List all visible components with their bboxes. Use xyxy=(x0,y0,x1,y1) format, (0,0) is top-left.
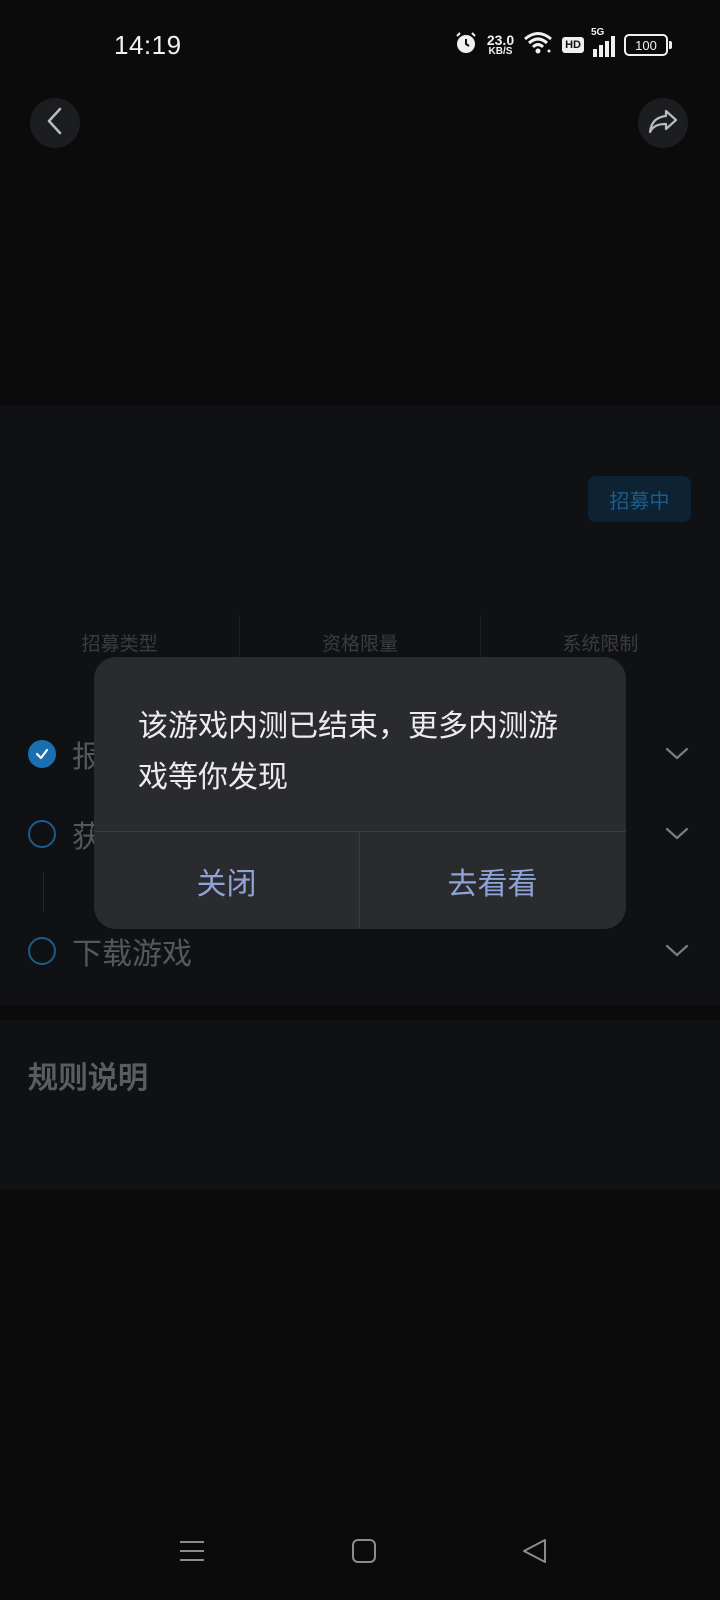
menu-icon[interactable] xyxy=(178,1537,206,1569)
status-time: 14:19 xyxy=(114,30,182,60)
empty-circle-icon xyxy=(28,820,56,848)
close-button[interactable]: 关闭 xyxy=(94,832,359,929)
task-label: 下载游戏 xyxy=(72,937,192,972)
chevron-down-icon[interactable] xyxy=(664,742,690,768)
alarm-icon xyxy=(454,31,478,59)
share-icon xyxy=(647,107,679,139)
status-badge: 招募中 xyxy=(588,476,691,522)
share-button[interactable] xyxy=(638,98,688,148)
home-icon[interactable] xyxy=(350,1537,378,1569)
go-see-button[interactable]: 去看看 xyxy=(360,832,625,929)
task-item-download[interactable]: 下载游戏 xyxy=(28,926,690,976)
status-bar: 14:19 23.0 KB/S HD 5G 100 xyxy=(0,0,720,90)
wifi-icon xyxy=(523,31,553,59)
back-button[interactable] xyxy=(30,98,80,148)
check-circle-icon xyxy=(28,740,56,768)
dialog-message: 该游戏内测已结束，更多内测游戏等你发现 xyxy=(138,709,558,795)
end-notice-dialog: 该游戏内测已结束，更多内测游戏等你发现 关闭 去看看 xyxy=(94,657,626,929)
chevron-down-icon[interactable] xyxy=(664,822,690,848)
network-type: 5G xyxy=(591,27,605,38)
rules-title: 规则说明 xyxy=(28,1061,148,1096)
net-speed: 23.0 KB/S xyxy=(487,33,514,57)
net-speed-value: 23.0 xyxy=(486,32,515,48)
back-triangle-icon[interactable] xyxy=(520,1537,548,1569)
rules-card xyxy=(0,1020,720,1190)
task-connector xyxy=(43,872,44,912)
net-speed-unit: KB/S xyxy=(488,46,513,57)
hd-badge: HD xyxy=(562,37,584,53)
empty-circle-icon xyxy=(28,937,56,965)
hero-banner xyxy=(0,90,720,405)
chevron-down-icon[interactable] xyxy=(664,939,690,965)
signal-icon: 5G xyxy=(591,27,615,57)
battery-icon: 100 xyxy=(624,34,672,56)
status-icons: 23.0 KB/S HD 5G 100 xyxy=(454,27,672,62)
chevron-left-icon xyxy=(44,106,66,140)
